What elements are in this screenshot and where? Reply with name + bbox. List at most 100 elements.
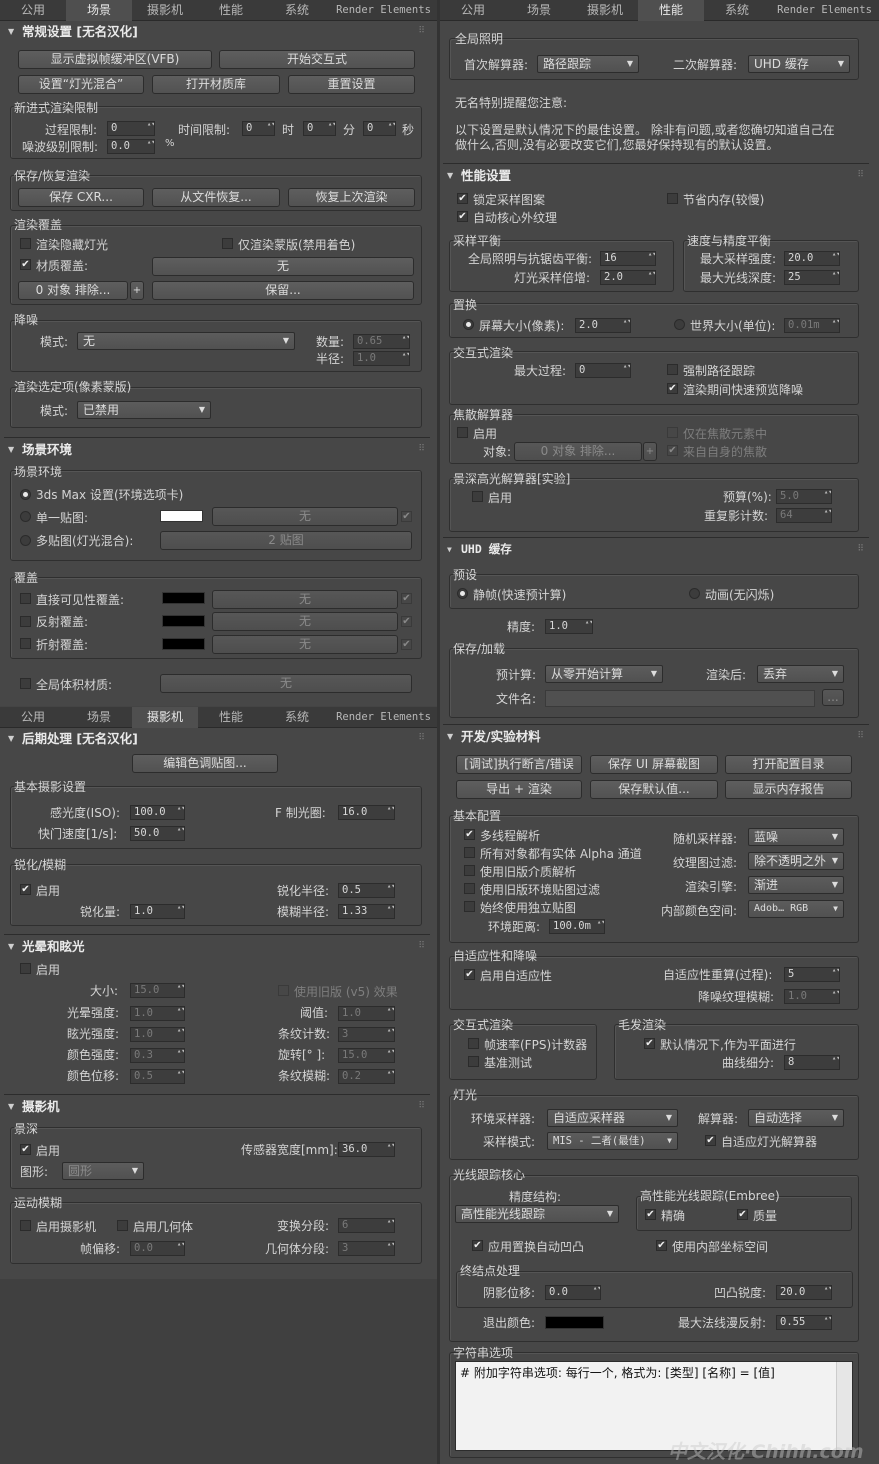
world-size-input[interactable]: 0.01m bbox=[784, 318, 840, 333]
color-shift-input[interactable]: 0.5 bbox=[130, 1069, 185, 1084]
light-solver-dropdown[interactable]: 自动选择 bbox=[748, 1109, 844, 1127]
exclude-objects-button[interactable]: 0 对象 排除... bbox=[18, 281, 128, 300]
legacy-medium-checkbox[interactable] bbox=[464, 865, 475, 876]
rollout-performance[interactable]: 性能设置⠿ bbox=[443, 166, 869, 185]
tab-camera[interactable]: 摄影机 bbox=[132, 0, 198, 21]
sensor-width-input[interactable]: 36.0 bbox=[338, 1142, 395, 1157]
force-path-trace-checkbox[interactable] bbox=[667, 364, 678, 375]
auto-ooc-checkbox[interactable] bbox=[457, 211, 468, 222]
screen-size-radio[interactable] bbox=[463, 319, 474, 330]
denoise-mode-dropdown[interactable]: 无 bbox=[77, 332, 295, 350]
debug-assert-button[interactable]: [调试]执行断言/错误 bbox=[456, 755, 582, 774]
show-memory-report-button[interactable]: 显示内存报告 bbox=[725, 780, 852, 799]
sharpen-radius-input[interactable]: 0.5 bbox=[338, 883, 395, 898]
embree-precise-checkbox[interactable] bbox=[645, 1209, 656, 1220]
env-sampler-dropdown[interactable]: 自适应采样器 bbox=[547, 1109, 678, 1127]
preserve-button[interactable]: 保留... bbox=[152, 281, 414, 300]
tab-performance[interactable]: 性能 bbox=[198, 707, 264, 728]
texture-filter-dropdown[interactable]: 除不透明之外 bbox=[748, 852, 844, 870]
tab-system[interactable]: 系统 bbox=[704, 0, 770, 21]
streak-blur-input[interactable]: 0.2 bbox=[338, 1069, 395, 1084]
env-color-swatch[interactable] bbox=[160, 510, 203, 522]
denoise-radius-input[interactable]: 1.0 bbox=[353, 351, 410, 366]
primary-solver-dropdown[interactable]: 路径跟踪 bbox=[537, 55, 639, 73]
reflection-toggle[interactable] bbox=[401, 616, 412, 627]
tab-render-elements[interactable]: Render Elements bbox=[770, 0, 879, 21]
rollout-bloom-glare[interactable]: 光晕和眩光⠿ bbox=[4, 937, 430, 956]
rollout-camera[interactable]: 摄影机⠿ bbox=[4, 1097, 430, 1116]
tab-scene[interactable]: 场景 bbox=[506, 0, 572, 21]
embree-quality-checkbox[interactable] bbox=[737, 1209, 748, 1220]
max-ray-depth-input[interactable]: 25 bbox=[784, 270, 840, 285]
select-mode-dropdown[interactable]: 已禁用 bbox=[77, 401, 211, 419]
restore-from-file-button[interactable]: 从文件恢复... bbox=[152, 188, 280, 207]
save-cxr-button[interactable]: 保存 CXR... bbox=[18, 188, 144, 207]
show-vfb-button[interactable]: 显示虚拟帧缓冲区(VFB) bbox=[18, 50, 212, 69]
filename-input[interactable] bbox=[545, 690, 815, 707]
light-multiplier-input[interactable]: 2.0 bbox=[600, 270, 656, 285]
from-self-caustic-checkbox[interactable] bbox=[667, 445, 678, 456]
blur-radius-input[interactable]: 1.33 bbox=[338, 904, 395, 919]
reflection-swatch[interactable] bbox=[162, 615, 205, 627]
bokeh-enable-checkbox[interactable] bbox=[472, 491, 483, 502]
mask-only-checkbox[interactable] bbox=[222, 238, 233, 249]
tab-camera[interactable]: 摄影机 bbox=[132, 707, 198, 728]
rotation-input[interactable]: 15.0 bbox=[338, 1048, 395, 1063]
auto-bump-checkbox[interactable] bbox=[472, 1240, 483, 1251]
legacy-env-filter-checkbox[interactable] bbox=[464, 883, 475, 894]
uhd-precision-input[interactable]: 1.0 bbox=[545, 619, 593, 634]
noise-texture-blur-input[interactable]: 1.0 bbox=[784, 989, 840, 1004]
streaks-input[interactable]: 3 bbox=[338, 1027, 395, 1042]
edit-tonemap-button[interactable]: 编辑色调贴图... bbox=[132, 754, 278, 773]
after-render-dropdown[interactable]: 丢弃 bbox=[757, 665, 844, 683]
shutter-input[interactable]: 50.0 bbox=[130, 826, 185, 841]
direct-visibility-swatch[interactable] bbox=[162, 592, 205, 604]
bokeh-resample-input[interactable]: 64 bbox=[776, 508, 832, 523]
tab-public[interactable]: 公用 bbox=[0, 0, 66, 21]
direct-visibility-toggle[interactable] bbox=[401, 593, 412, 604]
passes-limit-input[interactable]: 0 bbox=[107, 121, 155, 136]
threshold-input[interactable]: 1.0 bbox=[338, 1006, 395, 1021]
env-map-toggle[interactable] bbox=[401, 511, 412, 522]
tab-render-elements[interactable]: Render Elements bbox=[330, 707, 437, 728]
color-intensity-input[interactable]: 0.3 bbox=[130, 1048, 185, 1063]
uhd-still-radio[interactable] bbox=[457, 588, 468, 599]
direct-visibility-checkbox[interactable] bbox=[20, 593, 31, 604]
enable-camera-blur-checkbox[interactable] bbox=[20, 1220, 31, 1231]
tab-system[interactable]: 系统 bbox=[264, 707, 330, 728]
env-map-slot[interactable]: 无 bbox=[212, 507, 398, 526]
tab-camera[interactable]: 摄影机 bbox=[572, 0, 638, 21]
color-space-dropdown[interactable]: Adob… RGB bbox=[748, 900, 844, 918]
tab-system[interactable]: 系统 bbox=[264, 0, 330, 21]
uhd-animation-radio[interactable] bbox=[689, 588, 700, 599]
bloom-intensity-input[interactable]: 1.0 bbox=[130, 1006, 185, 1021]
material-override-slot[interactable]: 无 bbox=[152, 257, 414, 276]
tab-performance[interactable]: 性能 bbox=[638, 0, 704, 21]
noise-limit-input[interactable]: 0.0 bbox=[107, 139, 155, 154]
legacy-bloom-checkbox[interactable] bbox=[278, 985, 289, 996]
save-ui-screenshot-button[interactable]: 保存 UI 屏幕截图 bbox=[590, 755, 718, 774]
solid-alpha-checkbox[interactable] bbox=[464, 847, 475, 858]
rollout-general-settings[interactable]: 常规设置 [无名汉化]⠿ bbox=[4, 22, 430, 41]
tab-scene[interactable]: 场景 bbox=[66, 707, 132, 728]
hair-flat-checkbox[interactable] bbox=[644, 1038, 655, 1049]
refraction-toggle[interactable] bbox=[401, 639, 412, 650]
transform-segments-input[interactable]: 6 bbox=[338, 1218, 395, 1233]
env-single-map-radio[interactable] bbox=[20, 511, 31, 522]
rollout-scene-environment[interactable]: 场景环境⠿ bbox=[4, 440, 430, 459]
global-volume-slot[interactable]: 无 bbox=[160, 674, 412, 693]
tab-render-elements[interactable]: Render Elements bbox=[330, 0, 437, 21]
fps-counter-checkbox[interactable] bbox=[468, 1038, 479, 1049]
denoise-amount-input[interactable]: 0.65 bbox=[353, 334, 410, 349]
start-ipr-button[interactable]: 开始交互式 bbox=[219, 50, 415, 69]
time-seconds-input[interactable]: 0 bbox=[363, 121, 396, 136]
fstop-input[interactable]: 16.0 bbox=[338, 805, 395, 820]
adaptivity-reset-input[interactable]: 5 bbox=[784, 967, 840, 982]
env-3dsmax-radio[interactable] bbox=[20, 489, 31, 500]
refraction-swatch[interactable] bbox=[162, 638, 205, 650]
refraction-override-checkbox[interactable] bbox=[20, 638, 31, 649]
caustic-exclude-button[interactable]: 0 对象 排除... bbox=[514, 442, 642, 461]
gi-aa-balance-input[interactable]: 16 bbox=[600, 251, 656, 266]
env-multi-map-radio[interactable] bbox=[20, 535, 31, 546]
reflection-override-checkbox[interactable] bbox=[20, 616, 31, 627]
